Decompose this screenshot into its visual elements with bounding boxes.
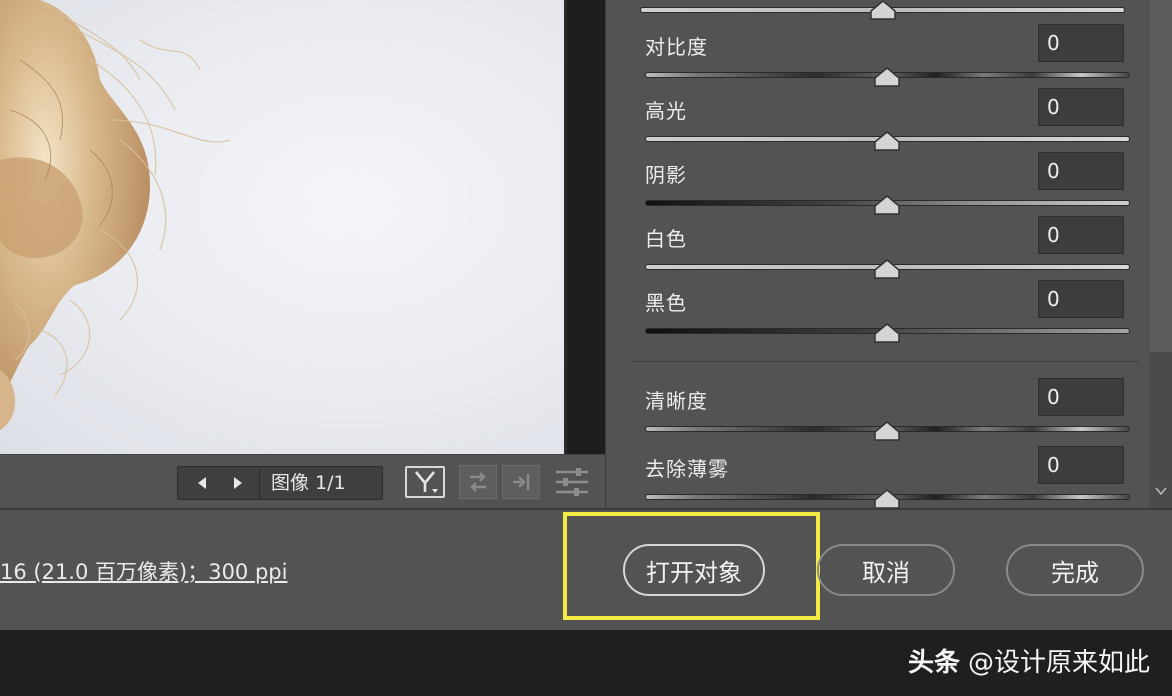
preferences-icon [556, 468, 588, 496]
adjust-4-slider-thumb[interactable] [874, 323, 900, 343]
swap-settings-button[interactable] [459, 465, 497, 499]
y-view-icon [414, 471, 438, 493]
nav-separator [259, 467, 260, 499]
image-navigator: 图像 1/1 [177, 466, 383, 500]
adjust-3-label: 白色 [645, 227, 687, 251]
adjust-0-slider-thumb[interactable] [874, 67, 900, 87]
adjust-4-value-field[interactable]: 0 [1038, 280, 1124, 318]
preview-divider [564, 0, 567, 454]
adjust-0-label: 对比度 [645, 35, 708, 59]
adjust-4-label: 黑色 [645, 291, 687, 315]
adjust-1-slider-thumb[interactable] [874, 131, 900, 151]
adjust-3-slider-thumb[interactable] [874, 259, 900, 279]
section-divider [631, 361, 1139, 362]
panel-scrollbar[interactable] [1150, 0, 1172, 508]
image-counter: 图像 1/1 [271, 472, 346, 494]
file-info-link[interactable]: 16 (21.0 百万像素)；300 ppi [0, 556, 287, 586]
prev-image-button[interactable] [184, 467, 220, 499]
watermark-handle: @设计原来如此 [967, 648, 1150, 678]
swap-icon [470, 472, 486, 492]
adjust-6-label: 去除薄雾 [645, 457, 729, 481]
adjust-5-label: 清晰度 [645, 389, 708, 413]
adjust-1-label: 高光 [645, 99, 687, 123]
scrollbar-thumb[interactable] [1150, 0, 1172, 352]
adjust-6-slider-thumb[interactable] [874, 489, 900, 509]
adjust-5-value-field[interactable]: 0 [1038, 378, 1124, 416]
adjust-6-value-field[interactable]: 0 [1038, 446, 1124, 484]
watermark: 头条 @设计原来如此 [908, 642, 1150, 679]
preferences-button[interactable] [553, 465, 591, 499]
adjust-0-value-field[interactable]: 0 [1038, 24, 1124, 62]
hair-photo [0, 0, 231, 430]
dialog-footer: 16 (21.0 百万像素)；300 ppi 打开对象 取消 完成 [0, 508, 1172, 630]
adjust-1-value-field[interactable]: 0 [1038, 88, 1124, 126]
adjust-2-label: 阴影 [645, 163, 687, 187]
watermark-brand: 头条 [907, 648, 960, 678]
open-object-button[interactable]: 打开对象 [623, 544, 765, 596]
adjust-3-value-field[interactable]: 0 [1038, 216, 1124, 254]
adjust-5-slider-thumb[interactable] [874, 421, 900, 441]
adjust-2-slider-thumb[interactable] [874, 195, 900, 215]
before-after-view-button[interactable] [405, 466, 445, 498]
done-button[interactable]: 完成 [1006, 544, 1144, 596]
copy-settings-icon [513, 474, 530, 490]
cancel-button[interactable]: 取消 [817, 544, 955, 596]
scroll-down-icon[interactable] [1154, 484, 1168, 498]
preview-toolbar: 图像 1/1 [0, 454, 605, 508]
adjustment-panel: 对比度 0 高光 0 阴影 0 白色 0 黑色 0 清晰度 0 去除薄雾 0 [605, 0, 1172, 509]
copy-settings-button[interactable] [502, 465, 540, 499]
next-icon [234, 477, 242, 489]
next-image-button[interactable] [220, 467, 256, 499]
exposure-slider-thumb[interactable] [870, 0, 896, 20]
image-preview [0, 0, 566, 454]
bottom-bar: 头条 @设计原来如此 [0, 630, 1172, 696]
adjust-2-value-field[interactable]: 0 [1038, 152, 1124, 190]
prev-icon [198, 477, 206, 489]
